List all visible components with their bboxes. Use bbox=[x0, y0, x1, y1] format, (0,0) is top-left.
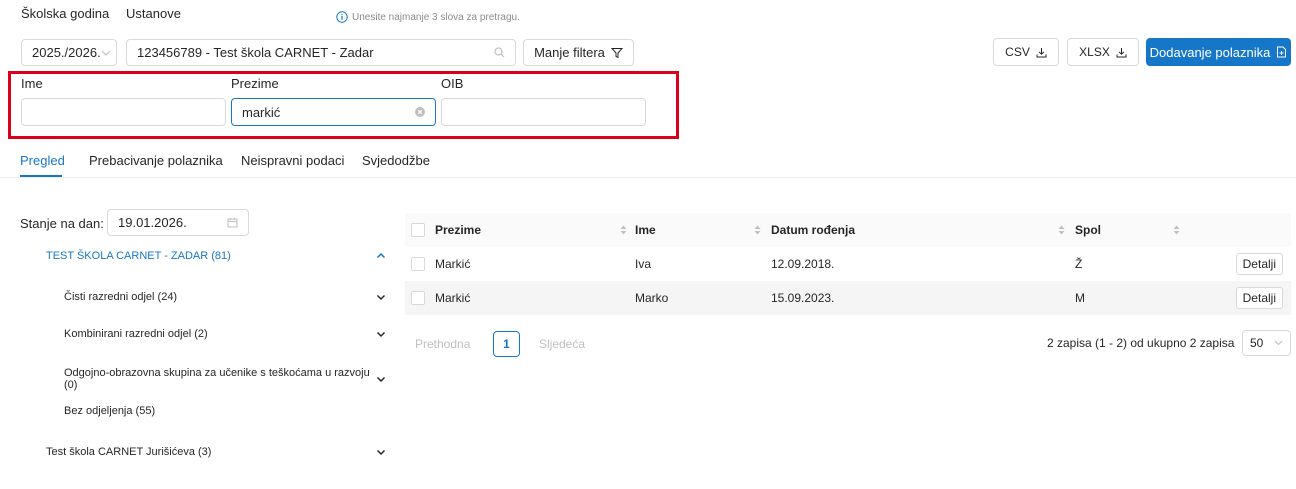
page-size-value: 50 bbox=[1250, 336, 1264, 350]
school-year-label: Školska godina bbox=[21, 6, 110, 21]
tab-pregled[interactable]: Pregled bbox=[20, 153, 65, 168]
active-tab-indicator bbox=[20, 175, 62, 177]
highlight-annotation bbox=[8, 71, 679, 139]
cell-spol: Ž bbox=[1075, 257, 1083, 271]
tree-item-kombinirani-razredni-odjel[interactable]: Kombinirani razredni odjel (2) bbox=[20, 328, 392, 340]
cell-ime: Marko bbox=[635, 291, 669, 305]
tree-item-cisti-razredni-odjel[interactable]: Čisti razredni odjel (24) bbox=[20, 291, 392, 303]
tree-item-label: Čisti razredni odjel (24) bbox=[64, 291, 178, 303]
tree-item-label: Kombinirani razredni odjel (2) bbox=[64, 328, 208, 340]
tab-svjedodzbe[interactable]: Svjedodžbe bbox=[362, 153, 430, 168]
add-student-label: Dodavanje polaznika bbox=[1149, 44, 1271, 60]
students-table: Prezime Ime Datum rođenja Spol Markić Iv… bbox=[405, 213, 1291, 315]
xlsx-label: XLSX bbox=[1079, 45, 1110, 59]
info-icon bbox=[336, 11, 348, 23]
cell-prezime: Markić bbox=[435, 257, 471, 271]
row-checkbox[interactable] bbox=[411, 291, 425, 306]
date-picker[interactable]: 19.01.2026. bbox=[107, 209, 249, 236]
table-row: Markić Iva 12.09.2018. Ž Detalji bbox=[405, 247, 1291, 281]
tree-item-label: Test škola CARNET Jurišićeva (3) bbox=[46, 446, 212, 458]
details-button[interactable]: Detalji bbox=[1235, 253, 1283, 275]
tree-item-bez-odjeljenja[interactable]: Bez odjeljenja (55) bbox=[20, 405, 392, 417]
chevron-up-icon bbox=[376, 251, 386, 261]
sort-icon bbox=[1173, 225, 1180, 235]
download-icon bbox=[1036, 47, 1047, 58]
tree-item-label: Bez odjeljenja (55) bbox=[64, 405, 156, 417]
column-header-label: Ime bbox=[635, 223, 656, 237]
page-1-button[interactable]: 1 bbox=[493, 331, 520, 357]
csv-label: CSV bbox=[1005, 45, 1030, 59]
less-filters-label: Manje filtera bbox=[534, 45, 605, 60]
tree-item-odgojno-obrazovna-skupina[interactable]: Odgojno-obrazovna skupina za učenike s t… bbox=[20, 367, 392, 391]
add-student-button[interactable]: Dodavanje polaznika bbox=[1146, 38, 1291, 66]
cell-datum-rodenja: 12.09.2018. bbox=[771, 257, 835, 271]
download-icon bbox=[1116, 47, 1127, 58]
search-hint-text: Unesite najmanje 3 slova za pretragu. bbox=[352, 11, 520, 23]
page-size-select[interactable]: 50 bbox=[1242, 330, 1291, 356]
institution-search-input[interactable]: 123456789 - Test škola CARNET - Zadar bbox=[126, 39, 516, 66]
row-checkbox[interactable] bbox=[411, 257, 425, 272]
tree-item-label: Odgojno-obrazovna skupina za učenike s t… bbox=[64, 367, 370, 391]
search-hint: Unesite najmanje 3 slova za pretragu. bbox=[336, 11, 520, 23]
xlsx-export-button[interactable]: XLSX bbox=[1067, 38, 1139, 66]
details-button[interactable]: Detalji bbox=[1235, 287, 1283, 309]
cell-ime: Iva bbox=[635, 257, 652, 271]
institution-value: 123456789 - Test škola CARNET - Zadar bbox=[137, 45, 374, 60]
tree-item-label: TEST ŠKOLA CARNET - ZADAR (81) bbox=[46, 250, 231, 262]
chevron-down-icon bbox=[376, 292, 386, 302]
sort-icon bbox=[1058, 225, 1065, 235]
next-page-button[interactable]: Sljedeća bbox=[539, 337, 585, 351]
column-header-spol[interactable]: Spol bbox=[1075, 213, 1208, 247]
cell-datum-rodenja: 15.09.2023. bbox=[771, 291, 835, 305]
table-header-row: Prezime Ime Datum rođenja Spol bbox=[405, 213, 1291, 247]
tabs-divider bbox=[0, 177, 1296, 178]
sort-icon bbox=[754, 225, 761, 235]
select-all-checkbox[interactable] bbox=[411, 223, 425, 238]
chevron-down-icon bbox=[376, 447, 386, 457]
tree-item-test-skola-jurisiceva[interactable]: Test škola CARNET Jurišićeva (3) bbox=[20, 446, 392, 458]
tab-neispravni-podaci[interactable]: Neispravni podaci bbox=[241, 153, 344, 168]
date-value: 19.01.2026. bbox=[118, 215, 187, 230]
column-header-label: Spol bbox=[1075, 223, 1101, 237]
add-file-icon bbox=[1276, 46, 1287, 58]
column-header-prezime[interactable]: Prezime bbox=[435, 213, 635, 247]
column-header-label: Datum rođenja bbox=[771, 223, 856, 237]
tree-item-test-skola-zadar[interactable]: TEST ŠKOLA CARNET - ZADAR (81) bbox=[20, 250, 392, 262]
pagination-summary: 2 zapisa (1 - 2) od ukupno 2 zapisa bbox=[1047, 336, 1235, 350]
chevron-down-icon bbox=[101, 50, 111, 56]
chevron-down-icon bbox=[376, 374, 386, 384]
column-header-datum-rodenja[interactable]: Datum rođenja bbox=[771, 213, 1075, 247]
calendar-icon bbox=[227, 217, 238, 228]
filter-icon bbox=[610, 47, 623, 59]
chevron-down-icon bbox=[376, 329, 386, 339]
cell-prezime: Markić bbox=[435, 291, 471, 305]
column-header-ime[interactable]: Ime bbox=[635, 213, 771, 247]
school-year-select[interactable]: 2025./2026. bbox=[21, 39, 117, 66]
sort-icon bbox=[620, 225, 627, 235]
institution-label: Ustanove bbox=[126, 6, 181, 21]
column-header-label: Prezime bbox=[435, 223, 482, 237]
table-row: Markić Marko 15.09.2023. M Detalji bbox=[405, 281, 1291, 315]
cell-spol: M bbox=[1075, 291, 1085, 305]
date-label: Stanje na dan: bbox=[20, 216, 104, 231]
school-year-value: 2025./2026. bbox=[32, 45, 101, 60]
less-filters-button[interactable]: Manje filtera bbox=[523, 39, 634, 66]
search-icon bbox=[494, 47, 505, 58]
tab-prebacivanje-polaznika[interactable]: Prebacivanje polaznika bbox=[89, 153, 223, 168]
csv-export-button[interactable]: CSV bbox=[993, 38, 1059, 66]
chevron-down-icon bbox=[1274, 340, 1283, 346]
prev-page-button[interactable]: Prethodna bbox=[415, 337, 470, 351]
